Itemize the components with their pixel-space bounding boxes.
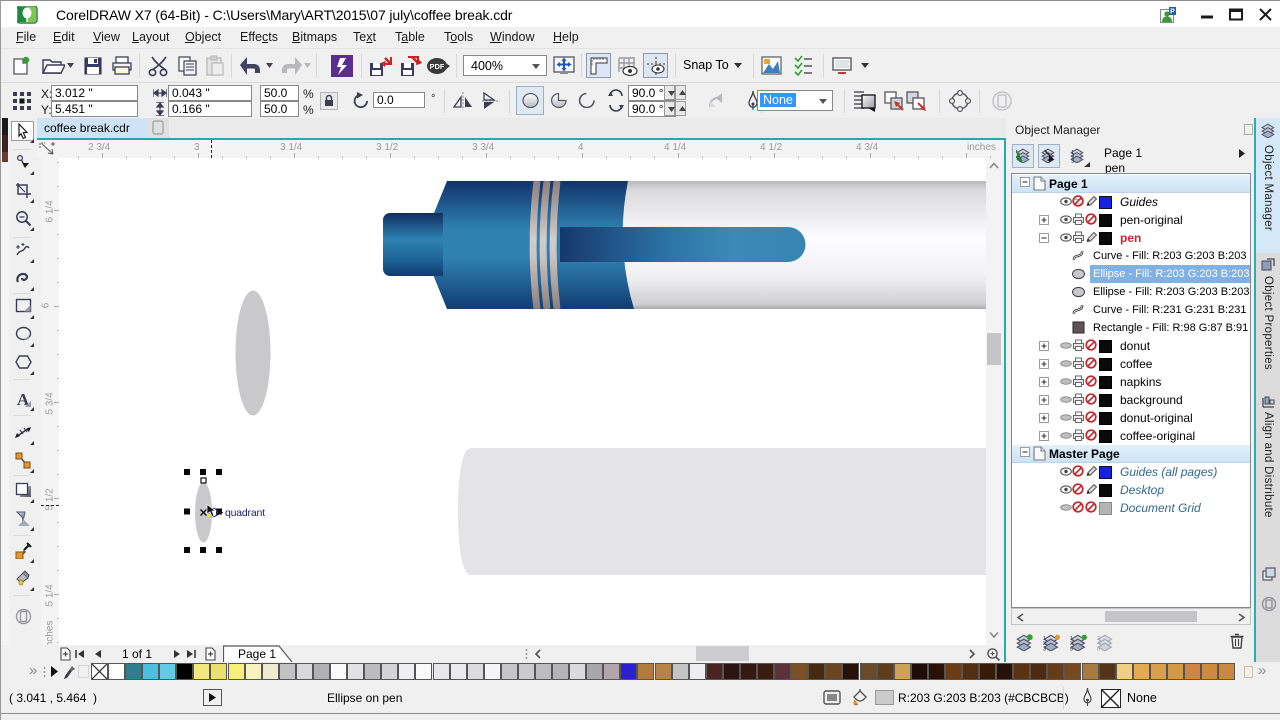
- svg-text:6: 6: [1097, 646, 1100, 651]
- svg-text:quadrant: quadrant: [225, 507, 265, 519]
- svg-text:3: 3: [1043, 646, 1046, 651]
- svg-text:P: P: [1170, 9, 1175, 16]
- svg-text:5: 5: [1070, 646, 1073, 651]
- svg-text:3: 3: [1071, 159, 1074, 163]
- svg-text:PDF: PDF: [430, 62, 445, 71]
